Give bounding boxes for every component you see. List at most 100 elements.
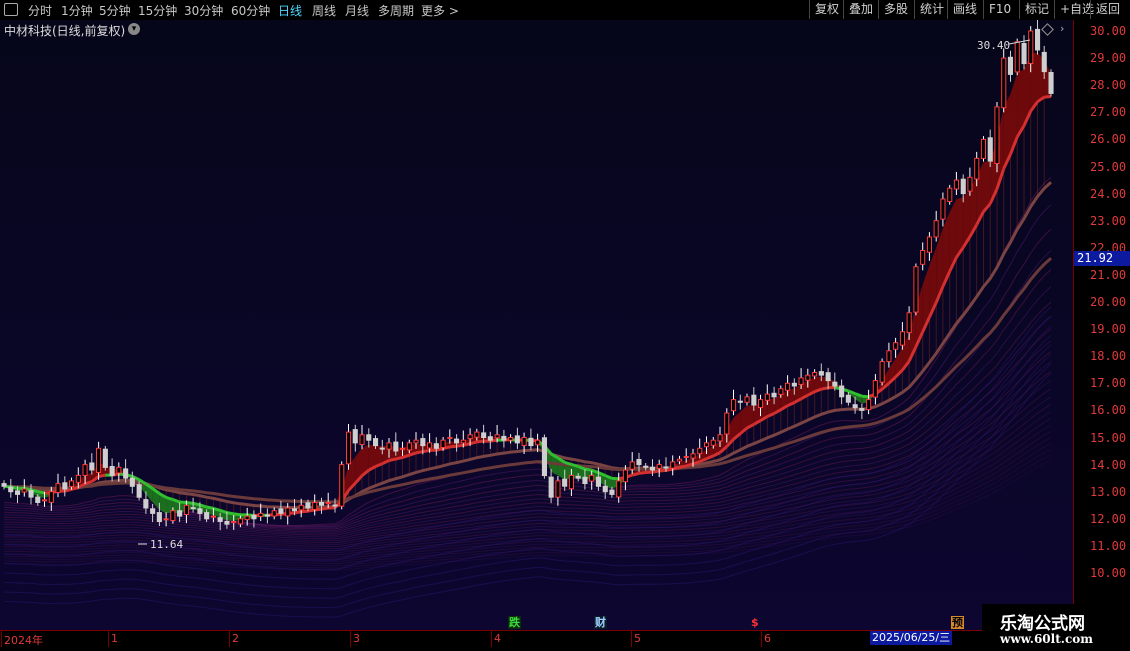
mid-ma-line [416,452,423,453]
candle [948,185,952,205]
mid-ma-line [585,469,592,470]
time-label: 6 [764,632,771,645]
period-tab-10[interactable]: 更多 > [421,2,459,19]
mid-ma-line [659,470,666,471]
time-label: 5 [634,632,641,645]
watermark-url: www.60lt.com [1000,632,1093,646]
price-tick: 28.00 [1090,78,1126,92]
mid-ma-line [632,473,639,475]
candle [880,358,884,385]
time-separator [1,631,2,647]
mid-ma-line [571,464,578,466]
event-marker-die[interactable]: 跌 [508,616,521,629]
price-tick: 20.00 [1090,295,1126,309]
high-price-label: 30.40 [977,39,1010,52]
price-tick: 11.00 [1090,539,1126,553]
price-tick: 14.00 [1090,458,1126,472]
mid-ma-line [565,462,572,464]
price-tick: 15.00 [1090,431,1126,445]
mid-ma-line [193,503,200,505]
chevron-down-icon[interactable]: ▾ [128,23,140,35]
price-tick: 29.00 [1090,51,1126,65]
layout-icon[interactable] [4,3,18,16]
mid-ma-line [653,471,660,472]
candle [1015,39,1019,76]
candle [1002,48,1006,112]
period-tab-9[interactable]: 多周期 [378,2,414,19]
period-tab-5[interactable]: 60分钟 [231,2,270,19]
mid-ma-line [308,510,315,511]
mid-ma-line [227,513,234,514]
price-tick: 25.00 [1090,160,1126,174]
price-tick: 12.00 [1090,512,1126,526]
candle [981,136,985,162]
period-tab-0[interactable]: 分时 [28,2,52,19]
event-marker-cai[interactable]: 财 [594,616,607,629]
mid-ma-line [213,508,220,510]
time-separator [631,631,632,647]
mid-ma-line [666,469,673,470]
mid-ma-line [680,466,687,468]
tool-button-0[interactable]: 复权 [809,0,844,19]
mid-ma-line [639,473,646,474]
mid-ma-line [403,455,410,457]
mid-ma-line [457,445,464,446]
price-tick: 23.00 [1090,214,1126,228]
tool-button-6[interactable]: 标记 [1019,0,1054,19]
mid-ma-line [85,482,92,484]
mid-ma-line [65,489,72,491]
mid-ma-line [38,492,45,493]
event-marker-yu[interactable]: 预 [951,616,964,629]
time-label: 1 [111,632,118,645]
event-marker-dollar[interactable]: $ [750,616,760,629]
mid-ma-line [295,512,302,513]
time-label: 4 [494,632,501,645]
time-separator [761,631,762,647]
watermark-title: 乐淘公式网 [1000,609,1085,634]
price-tick: 13.00 [1090,485,1126,499]
candle [340,461,344,509]
current-price-badge: 21.92 [1074,251,1130,266]
tool-button-8[interactable]: 返回 [1090,0,1125,19]
period-tab-4[interactable]: 30分钟 [184,2,223,19]
price-tick: 16.00 [1090,403,1126,417]
mid-ma-line [166,497,173,499]
candle [1049,69,1053,96]
mid-ma-line [301,511,308,512]
period-tab-1[interactable]: 1分钟 [61,2,93,19]
mid-ma-line [686,464,693,466]
mid-ma-line [389,459,396,461]
tool-button-5[interactable]: F10 [983,0,1016,19]
tool-button-4[interactable]: 画线 [947,0,982,19]
price-tick: 21.00 [1090,268,1126,282]
candle [103,446,107,471]
time-label: 2 [232,632,239,645]
mid-ma-line [180,502,187,503]
tool-button-2[interactable]: 多股 [878,0,913,19]
mid-ma-line [463,444,470,446]
chevron-right-icon[interactable]: › [1060,22,1064,35]
date-cursor-label: 2025/06/25/三 [870,631,952,645]
price-tick: 26.00 [1090,132,1126,146]
period-tab-7[interactable]: 周线 [312,2,336,19]
price-tick: 10.00 [1090,566,1126,580]
low-price-label: 11.64 [150,538,183,551]
mid-ma-line [477,441,484,442]
period-tab-8[interactable]: 月线 [345,2,369,19]
price-tick: 17.00 [1090,376,1126,390]
mid-ma-line [821,388,828,389]
price-tick: 30.00 [1090,24,1126,38]
time-label: 2024年 [4,632,43,648]
candle [914,264,918,316]
period-tab-3[interactable]: 15分钟 [138,2,177,19]
period-tab-2[interactable]: 5分钟 [99,2,131,19]
price-tick: 27.00 [1090,105,1126,119]
tool-button-3[interactable]: 统计 [914,0,949,19]
candle [542,435,546,479]
mid-ma-line [862,396,869,397]
mid-ma-line [99,475,106,476]
mid-ma-line [200,505,207,507]
mid-ma-line [1044,97,1051,98]
period-tab-6[interactable]: 日线 [278,2,302,19]
tool-button-1[interactable]: 叠加 [843,0,878,19]
